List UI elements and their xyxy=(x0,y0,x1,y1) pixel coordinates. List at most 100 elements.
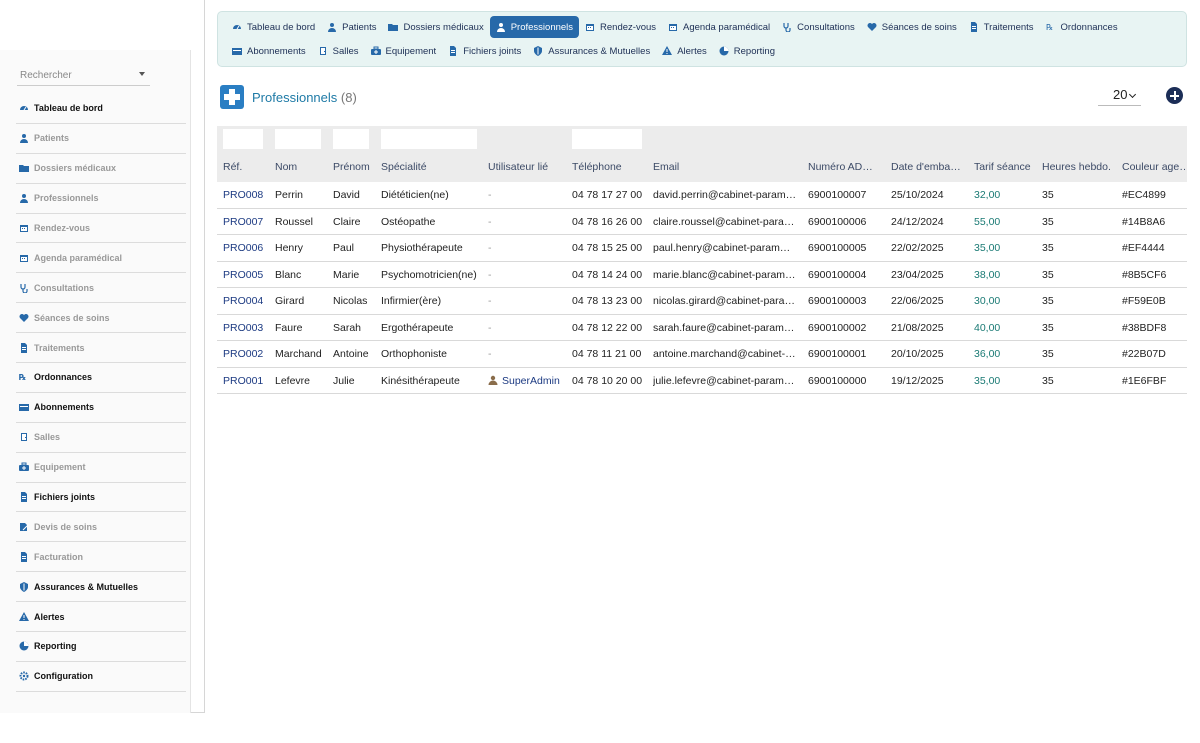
tab-dossiers-medicaux[interactable]: Dossiers médicaux xyxy=(382,16,489,38)
sidebar-item-salles[interactable]: Salles xyxy=(16,423,186,453)
add-professional-button[interactable] xyxy=(1166,87,1183,104)
tab-patients[interactable]: Patients xyxy=(321,16,382,38)
chevron-down-icon xyxy=(1128,90,1137,99)
cell-ref[interactable]: PRO004 xyxy=(223,295,273,307)
table-row[interactable]: PRO001 Lefevre Julie Kinésithérapeute SuperA… xyxy=(217,368,1187,394)
tab-salles[interactable]: Salles xyxy=(312,40,365,62)
table-row[interactable]: PRO006 Henry Paul Physiothérapeute - 04 78 15… xyxy=(217,235,1187,262)
sidebar-item-dossiers-medicaux[interactable]: Dossiers médicaux xyxy=(16,154,186,184)
cell-ref[interactable]: PRO007 xyxy=(223,216,273,228)
cell-tarif: 30,00 xyxy=(974,295,1001,307)
tab-label: Dossiers médicaux xyxy=(403,21,484,33)
sidebar-search-select[interactable]: Rechercher xyxy=(17,66,150,86)
column-header-email[interactable]: Email xyxy=(653,161,801,173)
sidebar-item-tableau-de-bord[interactable]: Tableau de bord xyxy=(16,94,186,124)
table-row[interactable]: PRO005 Blanc Marie Psychomotricien(ne) - 04 7… xyxy=(217,262,1187,288)
heart-icon xyxy=(19,313,29,323)
cell-ref[interactable]: PRO008 xyxy=(223,189,273,201)
sidebar-item-patients[interactable]: Patients xyxy=(16,124,186,154)
column-header-adeli[interactable]: Numéro AD… xyxy=(808,161,888,173)
cell-ref[interactable]: PRO005 xyxy=(223,269,273,281)
folder-icon xyxy=(388,22,399,32)
tab-traitements[interactable]: Traitements xyxy=(963,16,1040,38)
sidebar-item-ordonnances[interactable]: ℞ Ordonnances xyxy=(16,363,186,393)
tab-agenda-paramedical[interactable]: Agenda paramédical xyxy=(662,16,776,38)
sidebar-item-label: Consultations xyxy=(34,282,94,293)
sidebar-item-assurances-mutuelles[interactable]: Assurances & Mutuelles xyxy=(16,572,186,603)
cell-tarif: 35,00 xyxy=(974,242,1001,254)
column-header-ref[interactable]: Réf. xyxy=(223,161,273,173)
column-header-nom[interactable]: Nom xyxy=(275,161,330,173)
tab-seances-de-soins[interactable]: Séances de soins xyxy=(861,16,963,38)
tab-label: Agenda paramédical xyxy=(683,21,771,33)
tab-alertes[interactable]: Alertes xyxy=(656,40,713,62)
column-header-tarif[interactable]: Tarif séance xyxy=(974,161,1039,173)
sidebar-item-label: Devis de soins xyxy=(34,521,98,532)
tab-label: Consultations xyxy=(797,21,855,33)
tab-consultations[interactable]: Consultations xyxy=(776,16,861,38)
cell-ref[interactable]: PRO001 xyxy=(223,375,273,387)
sidebar-item-label: Agenda paramédical xyxy=(34,252,123,263)
sidebar-item-consultations[interactable]: Consultations xyxy=(16,273,186,304)
user-icon xyxy=(488,375,498,385)
cell-ref[interactable]: PRO002 xyxy=(223,348,273,360)
table-row[interactable]: PRO003 Faure Sarah Ergothérapeute - 04 78 12 … xyxy=(217,315,1187,341)
cell-couleur: #F59E0B xyxy=(1122,295,1166,307)
sidebar-item-traitements[interactable]: Traitements xyxy=(16,333,186,364)
sidebar-item-facturation[interactable]: Facturation xyxy=(16,542,186,573)
edit-file-icon xyxy=(19,522,29,532)
tab-equipement[interactable]: Equipement xyxy=(365,40,443,62)
tab-ordonnances[interactable]: ℞ Ordonnances xyxy=(1040,16,1124,38)
table-row[interactable]: PRO002 Marchand Antoine Orthophoniste - 04 78… xyxy=(217,341,1187,368)
tab-assurances-mutuelles[interactable]: Assurances & Mutuelles xyxy=(527,40,656,62)
table-body: PRO008 Perrin David Diététicien(ne) - 04 78 1… xyxy=(217,182,1187,394)
cell-telephone: 04 78 12 22 00 xyxy=(572,321,643,334)
tab-fichiers-joints[interactable]: Fichiers joints xyxy=(442,40,527,62)
filter-specialite-input[interactable] xyxy=(381,129,477,149)
sidebar-item-label: Assurances & Mutuelles xyxy=(34,581,139,592)
column-header-heures[interactable]: Heures hebdo. xyxy=(1042,161,1120,173)
svg-text:℞: ℞ xyxy=(19,373,26,382)
sidebar-item-equipement[interactable]: Equipement xyxy=(16,453,186,483)
column-header-couleur[interactable]: Couleur age… xyxy=(1122,161,1187,173)
sidebar-item-agenda-paramedical[interactable]: Agenda paramédical xyxy=(16,243,186,274)
cell-telephone: 04 78 14 24 00 xyxy=(572,268,643,281)
chart-pie-icon xyxy=(19,641,29,651)
sidebar-item-configuration[interactable]: Configuration xyxy=(16,662,186,692)
cell-tarif: 40,00 xyxy=(974,321,1001,334)
sidebar-item-professionnels[interactable]: Professionnels xyxy=(16,184,186,214)
cell-tarif: 55,00 xyxy=(974,215,1001,228)
sidebar-item-fichiers-joints[interactable]: Fichiers joints xyxy=(16,483,186,513)
cell-email: claire.roussel@cabinet-para… xyxy=(653,215,795,228)
tab-abonnements[interactable]: Abonnements xyxy=(226,40,312,62)
tab-label: Professionnels xyxy=(510,21,574,33)
table-row[interactable]: PRO004 Girard Nicolas Infirmier(ère) - 04 78 … xyxy=(217,288,1187,315)
sidebar-item-rendez-vous[interactable]: Rendez-vous xyxy=(16,214,186,244)
cell-utilisateur[interactable]: SuperAdmin xyxy=(488,375,568,387)
table-row[interactable]: PRO007 Roussel Claire Ostéopathe - 04 78 16 2… xyxy=(217,209,1187,235)
sidebar-item-abonnements[interactable]: Abonnements xyxy=(16,393,186,423)
column-header-telephone[interactable]: Téléphone xyxy=(572,161,650,173)
filter-ref-input[interactable] xyxy=(223,129,263,149)
column-header-date[interactable]: Date d'emba… xyxy=(891,161,971,173)
filter-nom-input[interactable] xyxy=(275,129,321,149)
tab-label: Fichiers joints xyxy=(463,45,522,57)
tab-professionnels[interactable]: Professionnels xyxy=(489,16,580,38)
page-size-select[interactable]: 20 xyxy=(1098,86,1141,106)
sidebar-item-reporting[interactable]: Reporting xyxy=(16,632,186,662)
tab-rendez-vous[interactable]: Rendez-vous xyxy=(579,16,662,38)
column-header-specialite[interactable]: Spécialité xyxy=(381,161,486,173)
sidebar-item-seances-de-soins[interactable]: Séances de soins xyxy=(16,303,186,334)
chart-pie-icon xyxy=(719,46,729,56)
cell-ref[interactable]: PRO003 xyxy=(223,322,273,334)
tab-tableau-de-bord[interactable]: Tableau de bord xyxy=(226,16,321,38)
column-header-utilisateur[interactable]: Utilisateur lié xyxy=(488,161,568,173)
sidebar-item-alertes[interactable]: Alertes xyxy=(16,602,186,633)
filter-telephone-input[interactable] xyxy=(572,129,642,149)
column-header-prenom[interactable]: Prénom xyxy=(333,161,378,173)
cell-ref[interactable]: PRO006 xyxy=(223,242,273,254)
table-row[interactable]: PRO008 Perrin David Diététicien(ne) - 04 78 1… xyxy=(217,182,1187,209)
sidebar-item-devis-de-soins[interactable]: Devis de soins xyxy=(16,512,186,543)
filter-prenom-input[interactable] xyxy=(333,129,369,149)
tab-reporting[interactable]: Reporting xyxy=(713,40,781,62)
